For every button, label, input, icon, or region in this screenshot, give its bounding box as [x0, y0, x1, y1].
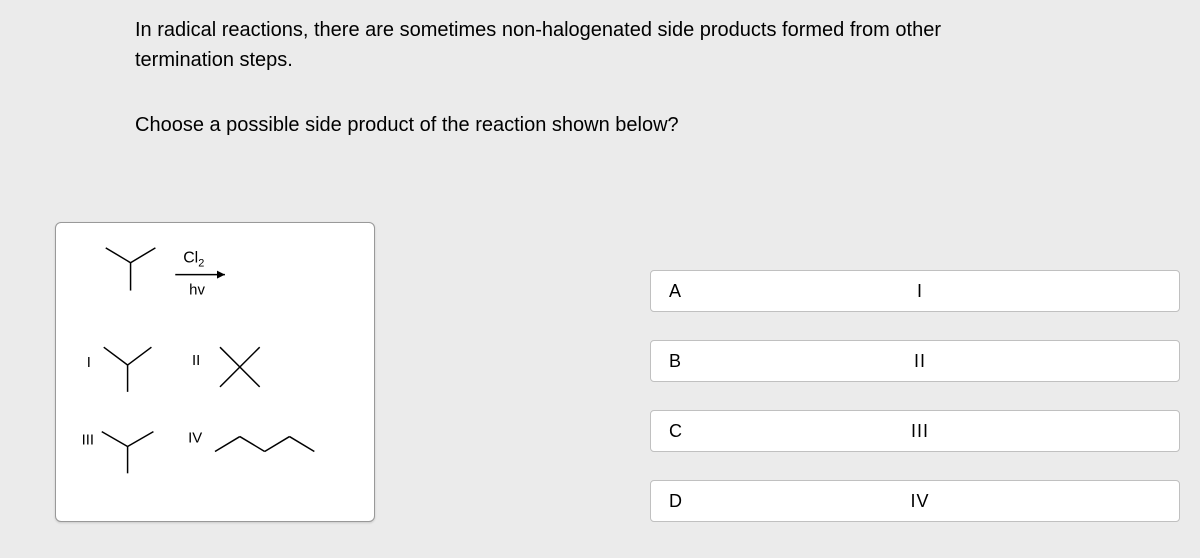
question-line1: In radical reactions, there are sometime…: [135, 15, 1035, 75]
label-IV: IV: [188, 431, 202, 447]
answer-value: IV: [721, 491, 1179, 512]
answer-option-d[interactable]: D IV: [650, 480, 1180, 522]
label-III: III: [82, 433, 94, 449]
answer-value: III: [721, 421, 1179, 442]
answer-letter: D: [651, 491, 721, 512]
label-II: II: [192, 353, 200, 369]
hv-label: hv: [189, 283, 205, 299]
question-block: In radical reactions, there are sometime…: [135, 15, 1035, 140]
answer-option-c[interactable]: C III: [650, 410, 1180, 452]
reaction-diagram: Cl2 hv I II III IV: [55, 222, 375, 522]
reaction-svg: Cl2 hv I II III IV: [56, 223, 374, 521]
question-line2: Choose a possible side product of the re…: [135, 110, 1035, 140]
answer-letter: B: [651, 351, 721, 372]
answer-option-b[interactable]: B II: [650, 340, 1180, 382]
svg-text:Cl2: Cl2: [183, 250, 204, 270]
cl2-label: Cl: [183, 250, 198, 267]
label-I: I: [87, 355, 91, 371]
answer-letter: A: [651, 281, 721, 302]
answer-option-a[interactable]: A I: [650, 270, 1180, 312]
answer-value: I: [721, 281, 1179, 302]
answer-value: II: [721, 351, 1179, 372]
cl2-sub: 2: [198, 258, 204, 270]
answer-letter: C: [651, 421, 721, 442]
